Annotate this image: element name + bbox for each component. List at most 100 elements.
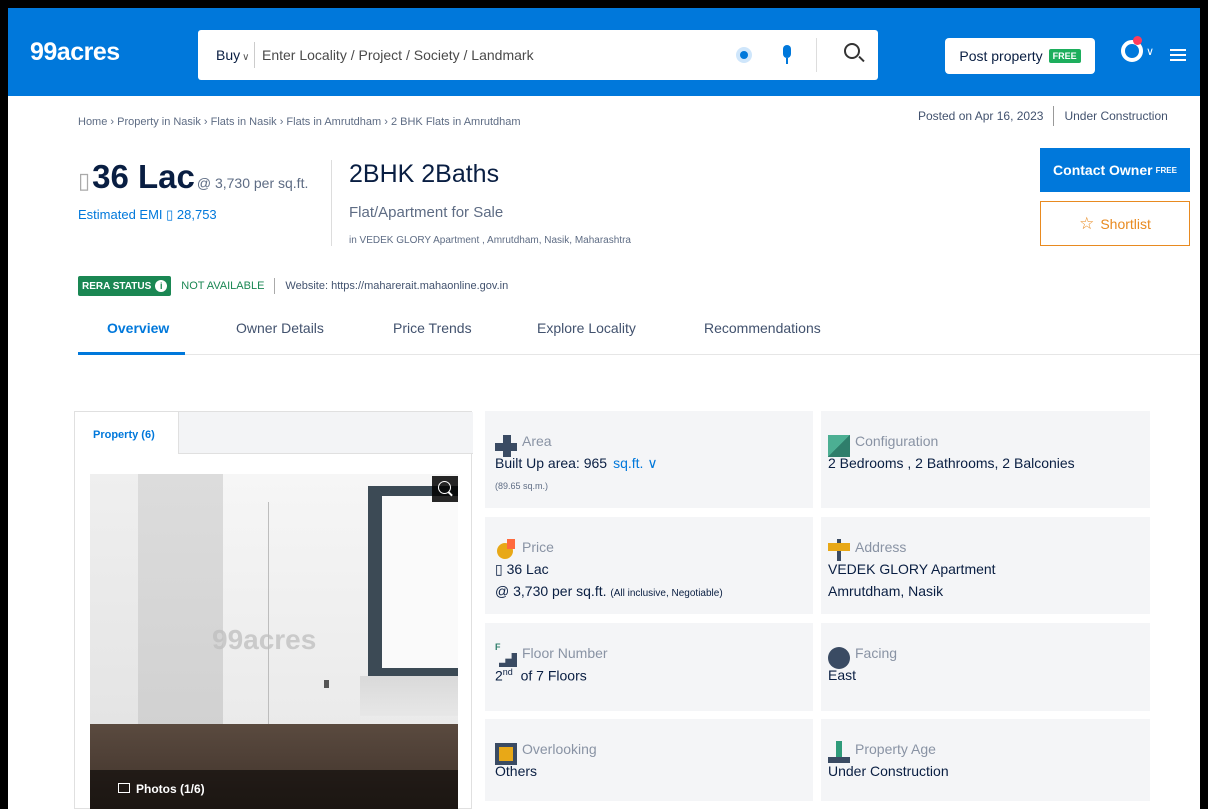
tab-owner-details[interactable]: Owner Details xyxy=(236,320,324,336)
compass-icon xyxy=(828,647,850,669)
price-block: ▯ 36 Lac @ 3,730 per sq.ft. xyxy=(78,158,308,196)
rera-status-value: NOT AVAILABLE xyxy=(181,280,265,292)
post-property-label: Post property xyxy=(959,48,1043,64)
photo-switch xyxy=(324,680,329,688)
rera-divider xyxy=(274,278,276,294)
posted-info: Posted on Apr 16, 2023 Under Constructio… xyxy=(918,106,1168,126)
detail-overlooking: Overlooking Others xyxy=(485,719,813,801)
shortlist-label: Shortlist xyxy=(1100,215,1151,232)
breadcrumb[interactable]: Home › Property in Nasik › Flats in Nasi… xyxy=(78,116,521,128)
built-up-area: Built Up area: 965 xyxy=(495,455,608,471)
floor-suffix: nd xyxy=(502,667,513,677)
contact-free-tag: FREE xyxy=(1155,165,1177,175)
rupee-icon: ▯ xyxy=(78,168,91,193)
facing-label: Facing xyxy=(855,645,898,661)
tab-price-trends[interactable]: Price Trends xyxy=(393,320,472,336)
search-divider xyxy=(254,42,255,68)
chevron-down-icon: ∨ xyxy=(242,52,250,63)
area-label: Area xyxy=(522,433,552,449)
address-line2: Amrutdham, Nasik xyxy=(828,583,944,599)
overlooking-icon xyxy=(495,743,517,765)
photos-count-bar[interactable]: Photos (1/6) xyxy=(90,770,458,809)
unit-label: sq.ft. xyxy=(613,455,644,471)
page-frame: 99acres Buy∨ Post property FREE ∨ Home ›… xyxy=(8,8,1200,809)
search-bar: Buy ∨ xyxy=(198,30,878,80)
overlooking-label: Overlooking xyxy=(522,741,597,757)
floor-value: 2nd of 7 Floors xyxy=(495,667,587,684)
posted-divider xyxy=(1053,106,1055,126)
detail-configuration: Configuration 2 Bedrooms , 2 Bathrooms, … xyxy=(821,411,1150,508)
tab-recommendations[interactable]: Recommendations xyxy=(704,320,821,336)
property-age-value: Under Construction xyxy=(828,763,949,779)
listing-price: 36 Lac xyxy=(92,158,195,195)
buy-dropdown[interactable]: Buy ∨ xyxy=(216,47,249,63)
detail-property-age: Property Age Under Construction xyxy=(821,719,1150,801)
configuration-icon xyxy=(828,435,850,457)
photo-window-glass xyxy=(382,496,458,668)
detail-facing: Facing East xyxy=(821,623,1150,711)
unit-dropdown[interactable]: sq.ft. ∨ xyxy=(613,455,658,471)
info-icon[interactable]: i xyxy=(155,280,168,292)
price-per-sqft: @ 3,730 per sq.ft. xyxy=(196,175,309,191)
search-input[interactable] xyxy=(262,42,702,68)
property-location: in VEDEK GLORY Apartment , Amrutdham, Na… xyxy=(349,235,631,246)
star-icon: ☆ xyxy=(1079,213,1095,233)
top-header: 99acres Buy∨ Post property FREE ∨ xyxy=(8,8,1200,96)
image-icon xyxy=(118,783,130,793)
tab-overview[interactable]: Overview xyxy=(107,320,169,336)
area-value: Built Up area: 965 sq.ft. ∨ xyxy=(495,455,658,472)
listing-title: 2BHK 2Baths xyxy=(349,160,500,188)
property-age-label: Property Age xyxy=(855,741,936,757)
area-sqm: (89.65 sq.m.) xyxy=(495,481,549,491)
address-label: Address xyxy=(855,539,907,555)
address-icon xyxy=(828,539,850,561)
property-age-icon xyxy=(828,741,850,763)
property-details-grid: Area Built Up area: 965 sq.ft. ∨ (89.65 s… xyxy=(485,411,1150,809)
estimated-emi-link[interactable]: Estimated EMI ▯ 28,753 xyxy=(78,207,217,223)
post-property-button[interactable]: Post property FREE xyxy=(945,38,1095,74)
photo-window-sill xyxy=(360,676,458,716)
rera-row: RERA STATUS i NOT AVAILABLE Website: htt… xyxy=(78,276,508,296)
zoom-in-icon[interactable] xyxy=(432,476,458,502)
shortlist-button[interactable]: ☆ Shortlist xyxy=(1040,201,1190,246)
overlooking-value: Others xyxy=(495,763,538,779)
hamburger-menu-icon[interactable] xyxy=(1170,49,1186,61)
contact-owner-label: Contact Owner xyxy=(1053,162,1153,178)
free-badge: FREE xyxy=(1048,49,1081,63)
search-icon[interactable] xyxy=(844,43,860,59)
active-tab-indicator xyxy=(78,352,185,355)
configuration-label: Configuration xyxy=(855,433,939,449)
facing-value: East xyxy=(828,667,857,683)
price-psf: @ 3,730 per sq.ft. xyxy=(495,583,607,599)
floor-icon xyxy=(495,642,517,667)
site-logo[interactable]: 99acres xyxy=(30,38,120,67)
locate-me-icon[interactable] xyxy=(736,47,752,63)
rera-status-badge: RERA STATUS i xyxy=(78,276,172,296)
photo-watermark: 99acres xyxy=(212,624,317,655)
rera-badge-label: RERA STATUS xyxy=(82,280,152,292)
gallery-tab-bar xyxy=(179,412,473,454)
contact-owner-button[interactable]: Contact Owner FREE xyxy=(1040,148,1190,192)
user-chevron-down-icon[interactable]: ∨ xyxy=(1146,45,1154,58)
detail-floor: Floor Number 2nd of 7 Floors xyxy=(485,623,813,711)
configuration-value: 2 Bedrooms , 2 Bathrooms, 2 Balconies xyxy=(828,455,1075,471)
tab-explore-locality[interactable]: Explore Locality xyxy=(537,320,636,336)
microphone-icon[interactable] xyxy=(782,45,792,65)
gallery-tab-property[interactable]: Property (6) xyxy=(75,412,179,454)
price-note: (All inclusive, Negotiable) xyxy=(610,588,723,599)
property-photo[interactable]: 99acres Photos (1/6) xyxy=(90,474,458,809)
buy-label: Buy xyxy=(216,47,241,63)
property-type: Flat/Apartment for Sale xyxy=(349,204,504,221)
price-label: Price xyxy=(522,539,554,555)
photo-gallery: Property (6) 99acres Photos (1/6) xyxy=(74,411,473,809)
floor-total: of 7 Floors xyxy=(520,667,587,684)
price-psf-row: @ 3,730 per sq.ft. (All inclusive, Negot… xyxy=(495,583,723,599)
price-value: ▯ 36 Lac xyxy=(495,561,549,577)
price-icon xyxy=(495,539,517,561)
floor-number: 2 xyxy=(495,667,503,684)
detail-area: Area Built Up area: 965 sq.ft. ∨ (89.65 s… xyxy=(485,411,813,508)
detail-address: Address VEDEK GLORY Apartment Amrutdham,… xyxy=(821,517,1150,614)
rera-website[interactable]: Website: https://maharerait.mahaonline.g… xyxy=(285,280,508,292)
photos-count-label: Photos (1/6) xyxy=(136,782,205,796)
user-account-icon[interactable] xyxy=(1118,36,1143,62)
